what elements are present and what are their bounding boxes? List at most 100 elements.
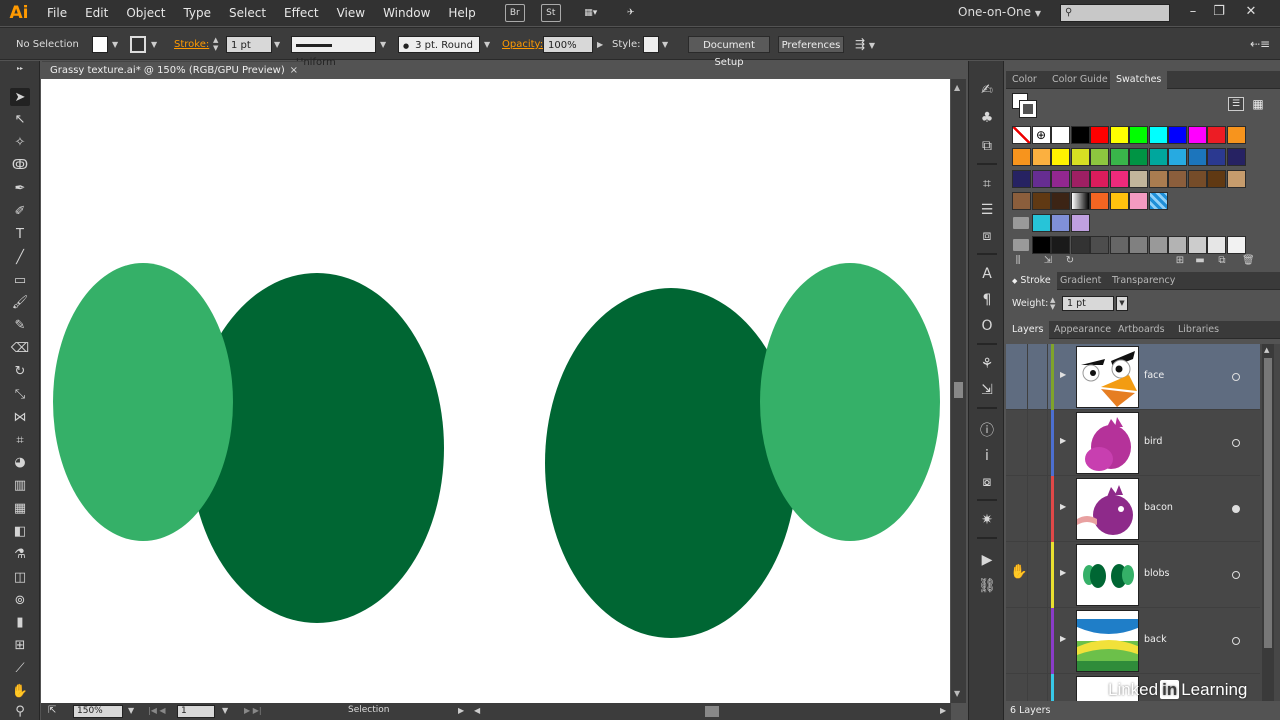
horizontal-scroll-thumb[interactable] [705,706,719,717]
layer-row-face[interactable]: ▶ face [1006,344,1260,410]
expand-layer-icon[interactable]: ▶ [1060,634,1066,643]
color-swatch[interactable] [1051,192,1070,210]
color-swatch[interactable] [1207,148,1226,166]
new-color-group-icon[interactable]: ▬ [1194,255,1206,267]
graphic-style-swatch[interactable] [643,36,659,53]
layer-lock-toggle[interactable] [1028,410,1048,476]
layer-row-blobs[interactable]: ✋ ▶ blobs [1006,542,1260,608]
hscroll-left-icon[interactable]: ◀ [471,705,480,718]
stroke-weight-field[interactable]: 1 pt [226,36,272,53]
brush-definition-select[interactable]: ● 3 pt. Round [398,36,480,53]
color-swatch[interactable] [1168,236,1187,254]
color-swatch[interactable] [1168,170,1187,188]
color-swatch[interactable] [1129,148,1148,166]
opacity-field[interactable]: 100% [543,36,593,53]
preferences-button[interactable]: Preferences [778,36,844,53]
lasso-tool-icon[interactable]: ↂ [10,156,30,174]
color-swatch[interactable] [1148,170,1168,188]
layer-lock-toggle[interactable] [1028,344,1048,410]
color-swatch[interactable] [1051,148,1070,166]
tab-appearance[interactable]: Appearance [1048,321,1117,339]
color-swatch[interactable] [1129,236,1148,254]
tab-transparency[interactable]: Transparency [1106,272,1181,290]
swatch-pattern[interactable] [1148,192,1168,210]
workspace-switcher[interactable]: One-on-One ▼ [958,5,1041,19]
layers-scroll-up-icon[interactable]: ▲ [1264,346,1269,354]
layer-lock-toggle[interactable] [1028,674,1048,701]
expand-layer-icon[interactable]: ▶ [1060,436,1066,445]
gradient-tool-icon[interactable]: ◧ [10,522,30,540]
list-view-icon[interactable]: ☰ [1228,97,1244,111]
layer-visibility-toggle[interactable]: ✋ [1006,542,1028,608]
eraser-tool-icon[interactable]: ⌫ [10,339,30,357]
light-green-blob-left[interactable] [53,263,233,541]
color-swatch[interactable] [1090,170,1109,188]
align-panel-icon[interactable]: ☰ [977,201,997,219]
layer-target-icon[interactable] [1232,439,1240,447]
color-swatch[interactable] [1090,192,1109,210]
document-setup-button[interactable]: Document Setup [688,36,770,68]
restore-icon[interactable]: ❐ [1208,3,1230,21]
color-swatch[interactable] [1207,126,1226,144]
stroke-label[interactable]: Stroke: [174,36,209,53]
tab-gradient[interactable]: Gradient [1054,272,1107,290]
color-swatch[interactable] [1090,126,1109,144]
color-swatch[interactable] [1148,148,1168,166]
rotate-tool-icon[interactable]: ↻ [10,362,30,380]
layer-lock-toggle[interactable] [1028,608,1048,674]
color-swatch[interactable] [1129,192,1148,210]
arrange-documents-icon[interactable]: ▦▾ [577,4,605,22]
color-swatch[interactable] [1031,148,1051,166]
document-tab[interactable]: Grassy texture.ai* @ 150% (RGB/GPU Previ… [42,61,304,78]
perspective-grid-tool-icon[interactable]: ▥ [10,476,30,494]
color-swatch[interactable] [1012,148,1031,166]
color-swatch[interactable] [1226,126,1246,144]
color-swatch[interactable] [1031,236,1051,254]
opacity-label[interactable]: Opacity: [502,36,543,53]
weight-stepper[interactable]: ▲ ▼ [1050,297,1055,311]
pen-tool-icon[interactable]: ✒ [10,179,30,197]
layer-target-icon[interactable] [1232,571,1240,579]
layer-row-bacon[interactable]: ▶ bacon [1006,476,1260,542]
layer-target-icon[interactable] [1232,373,1240,381]
export-icon[interactable]: ⇱ [45,705,56,718]
scroll-up-icon[interactable]: ▲ [954,83,960,92]
color-swatch[interactable] [1226,148,1246,166]
line-segment-tool-icon[interactable]: ╱ [10,248,30,266]
gpu-performance-icon[interactable]: ✈ [621,4,641,22]
color-swatch[interactable] [1070,236,1090,254]
color-swatch[interactable] [1187,148,1207,166]
pathfinder-panel-icon[interactable]: ⧈ [977,227,997,245]
swatch-gradient[interactable] [1070,192,1090,210]
menu-help[interactable]: Help [439,0,484,26]
symbol-sprayer-tool-icon[interactable]: ⊚ [10,591,30,609]
color-swatch[interactable] [1109,148,1129,166]
canvas[interactable] [41,79,951,703]
type-tool-icon[interactable]: T [10,225,30,243]
rectangle-tool-icon[interactable]: ▭ [10,271,30,289]
shape-builder-tool-icon[interactable]: ◕ [10,453,30,471]
hscroll-right-icon[interactable]: ▶ [937,705,946,718]
layer-name-back[interactable]: back [1144,634,1167,645]
vertical-scroll-thumb[interactable] [954,382,963,398]
color-swatch[interactable] [1070,214,1090,232]
color-swatch[interactable] [1109,170,1129,188]
close-document-icon[interactable]: × [290,62,298,79]
color-swatch[interactable] [1051,214,1070,232]
links-panel-icon[interactable]: ⧇ [977,473,997,491]
scale-tool-icon[interactable]: ⤡ [10,385,30,403]
bridge-icon[interactable]: Br [504,4,525,22]
zoom-dropdown-icon[interactable]: ▼ [125,705,134,718]
zoom-field[interactable]: 150% [73,705,123,718]
menu-select[interactable]: Select [220,0,275,26]
stroke-dropdown-icon[interactable]: ▼ [151,36,157,53]
curvature-tool-icon[interactable]: ✐ [10,202,30,220]
color-swatch[interactable] [1148,236,1168,254]
layer-visibility-toggle[interactable] [1006,608,1028,674]
align-options-icon[interactable]: ⇶ ▼ [855,36,875,53]
layer-visibility-toggle[interactable] [1006,674,1028,701]
tab-stroke[interactable]: ◆ Stroke [1006,272,1057,290]
tab-color-guide[interactable]: Color Guide [1046,71,1114,89]
thumbnail-view-icon[interactable]: ▦ [1250,97,1266,111]
layer-name-blobs[interactable]: blobs [1144,568,1169,579]
